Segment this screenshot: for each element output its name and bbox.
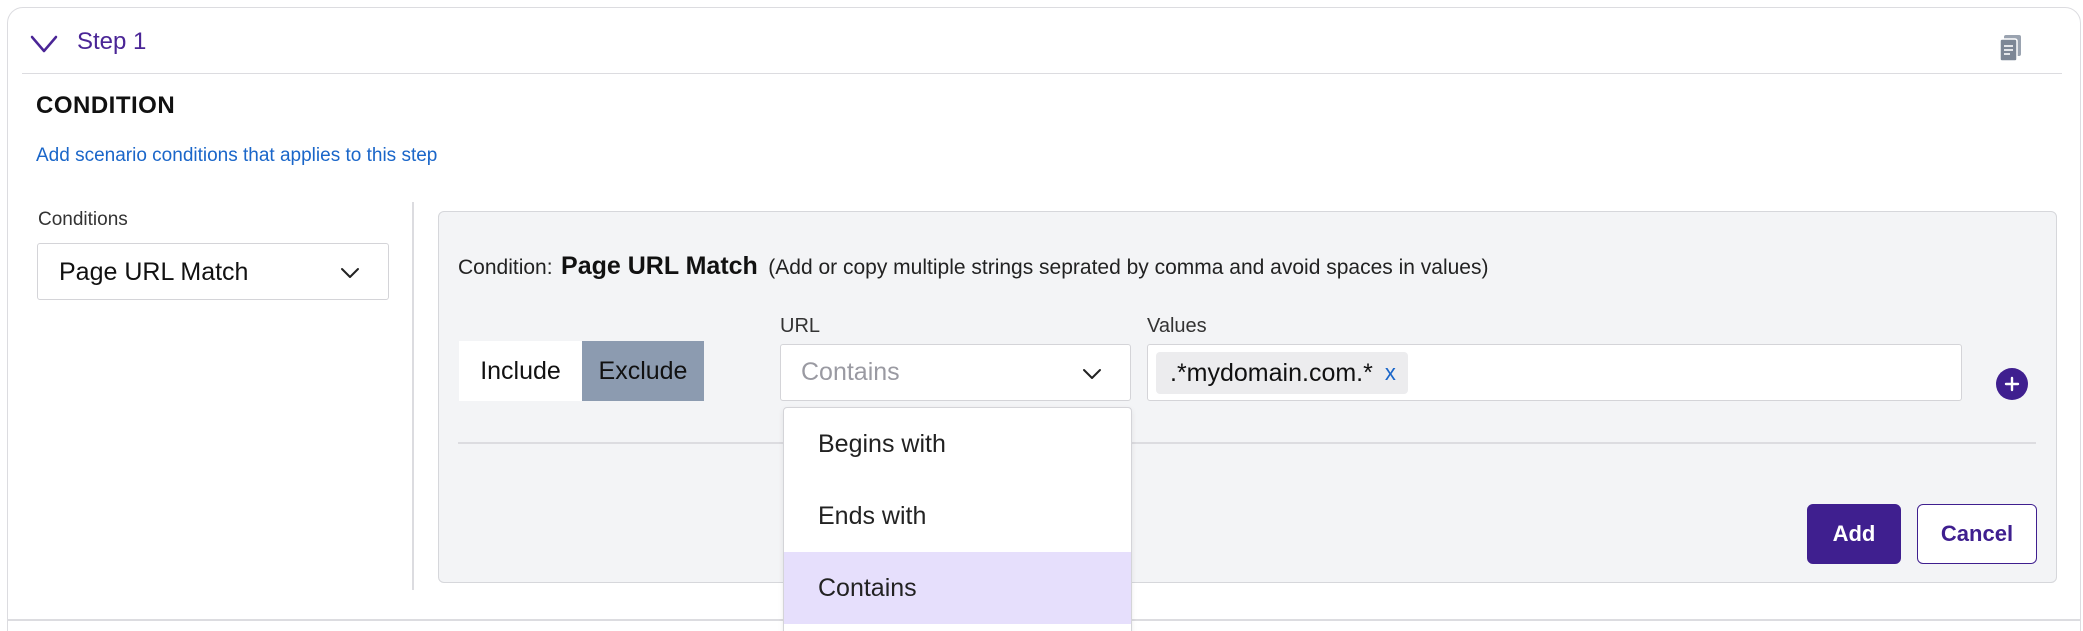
- dropdown-option-contains[interactable]: Contains: [784, 552, 1131, 624]
- values-label: Values: [1147, 315, 1207, 337]
- add-scenario-conditions-link[interactable]: Add scenario conditions that applies to …: [36, 145, 437, 167]
- url-match-select-value: Contains: [801, 358, 900, 386]
- chevron-down-icon: [341, 268, 359, 278]
- plus-icon: [2004, 376, 2020, 392]
- vertical-divider: [412, 202, 414, 590]
- conditions-select-value: Page URL Match: [59, 258, 249, 286]
- chevron-down-icon: [1083, 369, 1101, 379]
- dropdown-option-label: Ends with: [818, 502, 927, 530]
- dropdown-option-begins-with[interactable]: Begins with: [784, 408, 1131, 480]
- values-input[interactable]: .*mydomain.com.* x: [1147, 344, 1962, 401]
- panel-divider: [458, 442, 2036, 444]
- condition-panel: Condition: Page URL Match (Add or copy m…: [438, 211, 2057, 583]
- conditions-select[interactable]: Page URL Match: [37, 243, 389, 300]
- chip-remove-icon[interactable]: x: [1385, 362, 1396, 384]
- step-title[interactable]: Step 1: [77, 28, 146, 56]
- url-match-select[interactable]: Contains: [780, 344, 1131, 401]
- include-toggle[interactable]: Include: [459, 341, 582, 401]
- value-chip: .*mydomain.com.* x: [1156, 352, 1408, 394]
- exclude-toggle[interactable]: Exclude: [582, 341, 704, 401]
- condition-heading-name: Page URL Match: [561, 252, 758, 280]
- dropdown-option-ends-with[interactable]: Ends with: [784, 480, 1131, 552]
- url-label: URL: [780, 315, 821, 337]
- condition-heading: Condition: Page URL Match (Add or copy m…: [458, 252, 1488, 281]
- condition-heading-prefix: Condition:: [458, 256, 553, 279]
- dropdown-option-label: Begins with: [818, 430, 946, 458]
- dropdown-option-label: Contains: [818, 574, 917, 602]
- chevron-down-icon[interactable]: [30, 34, 58, 54]
- value-chip-text: .*mydomain.com.*: [1170, 358, 1373, 387]
- conditions-label: Conditions: [38, 209, 128, 230]
- section-title: CONDITION: [36, 92, 176, 119]
- add-value-row-button[interactable]: [1996, 368, 2028, 400]
- document-icon[interactable]: [1999, 34, 2023, 62]
- condition-heading-note: (Add or copy multiple strings seprated b…: [768, 256, 1489, 279]
- add-button[interactable]: Add: [1807, 504, 1901, 564]
- step-header[interactable]: Step 1: [22, 8, 2062, 74]
- cancel-button[interactable]: Cancel: [1917, 504, 2037, 564]
- url-match-dropdown-menu: Begins with Ends with Contains: [783, 407, 1132, 631]
